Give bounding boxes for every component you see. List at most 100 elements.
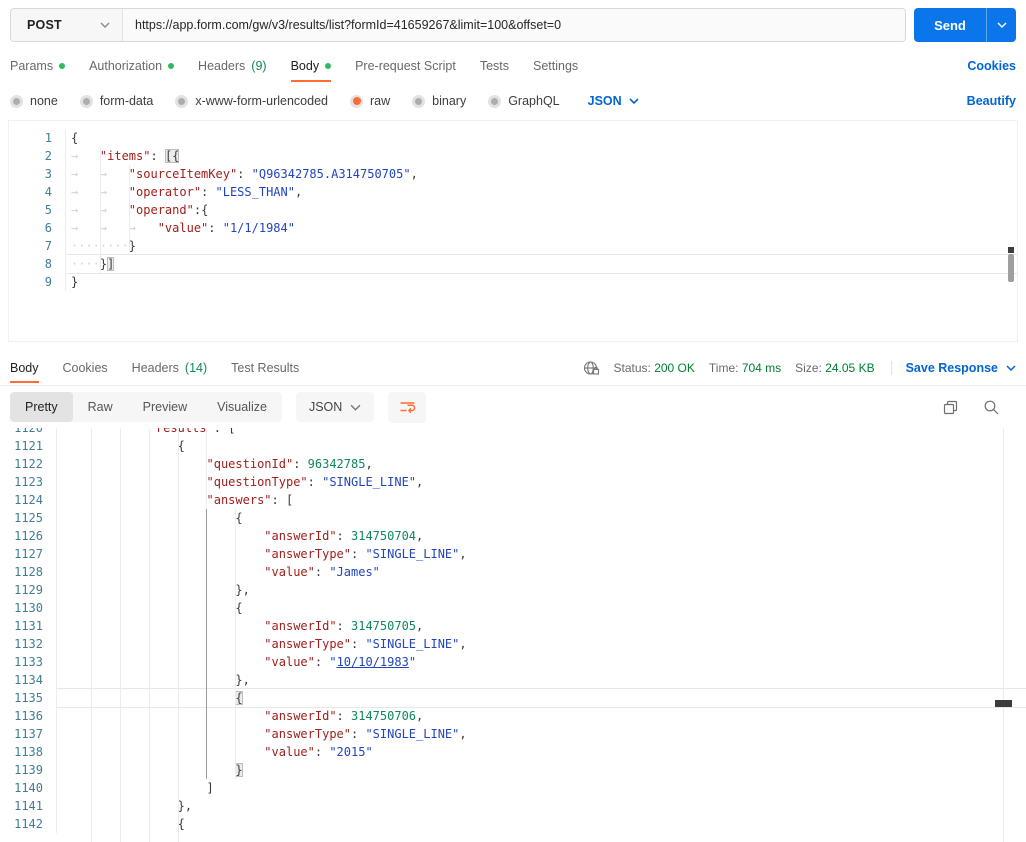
vertical-scrollbar-track[interactable] — [1003, 428, 1004, 842]
body-mode-binary[interactable]: binary — [412, 94, 466, 108]
line-number: 1120 — [0, 428, 57, 437]
code-line-1136: 1136 "answerId": 314750706, — [0, 707, 1026, 725]
code-line-8: 8 ····}] — [9, 255, 1017, 273]
chevron-down-icon — [350, 404, 361, 411]
body-mode-x-www-form-urlencoded[interactable]: x-www-form-urlencoded — [175, 94, 328, 108]
response-tab-test-results[interactable]: Test Results — [231, 350, 299, 385]
view-tab-visualize[interactable]: Visualize — [202, 392, 282, 422]
code-line-1: 1{ — [9, 129, 1017, 147]
response-header: Body Cookies Headers (14) Test Results Statu… — [0, 350, 1026, 386]
tab-label: Test Results — [231, 360, 300, 375]
url-input[interactable] — [123, 9, 905, 41]
line-number: 1135 — [0, 689, 57, 707]
chevron-down-icon — [629, 98, 639, 104]
line-number: 1 — [9, 129, 66, 147]
code-line-1133: 1133 "value": "10/10/1983" — [0, 653, 1026, 671]
code-line-1137: 1137 "answerType": "SINGLE_LINE", — [0, 725, 1026, 743]
response-tab-cookies[interactable]: Cookies — [63, 350, 108, 385]
response-language-dropdown[interactable]: JSON — [295, 392, 375, 422]
send-options-chevron-icon[interactable] — [986, 8, 1016, 42]
body-mode-row: none form-data x-www-form-urlencoded raw bin… — [0, 84, 1026, 118]
tab-pre-request-script[interactable]: Pre-request Script — [355, 48, 456, 84]
code-line-1121: 1121 { — [0, 437, 1026, 455]
tab-label: Tests — [479, 59, 509, 73]
tab-label: Headers — [198, 59, 246, 73]
green-dot-indicator — [325, 63, 332, 69]
line-number: 1131 — [0, 617, 57, 635]
code-line-1129: 1129 }, — [0, 581, 1026, 599]
request-body-editor[interactable]: 1{2 → "items": [{3 → → "sourceItemKey": "Q… — [8, 120, 1018, 342]
view-tab-raw[interactable]: Raw — [73, 392, 128, 422]
tab-params[interactable]: Params — [10, 48, 66, 84]
wrap-text-icon — [400, 402, 416, 414]
code-line-1139: 1139 } — [0, 761, 1026, 779]
tab-authorization[interactable]: Authorization — [89, 48, 175, 84]
body-mode-label: raw — [370, 94, 391, 108]
wrap-text-button[interactable] — [388, 391, 427, 423]
code-line-4: 4 → → "operator": "LESS_THAN", — [9, 183, 1017, 201]
response-tab-headers[interactable]: Headers (14) — [132, 350, 207, 385]
line-number: 1128 — [0, 563, 57, 581]
line-content: "results": [ — [148, 428, 236, 435]
line-number: 1123 — [0, 473, 57, 491]
view-tab-preview[interactable]: Preview — [128, 392, 202, 422]
search-icon[interactable] — [983, 399, 1000, 416]
code-line-1142: 1142 { — [0, 815, 1026, 833]
indent-guide — [128, 165, 130, 255]
radio-button-icon — [412, 94, 426, 108]
beautify-link[interactable]: Beautify — [967, 94, 1016, 108]
tab-label: Settings — [533, 59, 579, 73]
save-response-button[interactable]: Save Response — [890, 360, 1016, 375]
code-line-6: 6 → → → "value": "1/1/1984" — [9, 219, 1017, 237]
tab-tests[interactable]: Tests — [480, 48, 509, 84]
code-line-1122: 1122 "questionId": 96342785, — [0, 455, 1026, 473]
code-line-1131: 1131 "answerId": 314750705, — [0, 617, 1026, 635]
code-line-1126: 1126 "answerId": 314750704, — [0, 527, 1026, 545]
body-mode-label: binary — [432, 94, 467, 108]
response-tab-body[interactable]: Body — [10, 350, 39, 385]
body-mode-none[interactable]: none — [10, 94, 58, 108]
request-language-label: JSON — [587, 94, 622, 108]
view-tab-pretty[interactable]: Pretty — [10, 392, 73, 422]
line-content: { — [177, 439, 185, 453]
size-value: 24.05 KB — [825, 360, 875, 375]
line-number: 1142 — [0, 815, 57, 833]
tab-body[interactable]: Body — [290, 48, 332, 84]
line-content: "answers": [ — [206, 493, 294, 507]
copy-icon[interactable] — [942, 399, 959, 416]
line-content: "answerType": "SINGLE_LINE", — [264, 637, 467, 651]
send-button[interactable]: Send — [914, 8, 1016, 42]
line-number: 1141 — [0, 797, 57, 815]
code-line-1134: 1134 }, — [0, 671, 1026, 689]
tab-headers[interactable]: Headers (9) — [198, 48, 267, 84]
method-select[interactable]: POST — [11, 9, 123, 41]
body-mode-form-data[interactable]: form-data — [79, 94, 153, 108]
body-mode-raw[interactable]: raw — [350, 94, 390, 108]
line-content: → → "operand":{ — [71, 203, 209, 217]
scrollbar-position-mark[interactable] — [995, 700, 1012, 707]
body-mode-label: none — [30, 94, 58, 108]
line-content: "answerId": 314750706, — [264, 709, 424, 723]
line-number: 1126 — [0, 527, 57, 545]
line-content: }, — [235, 673, 250, 687]
cookies-link[interactable]: Cookies — [967, 59, 1016, 73]
line-number: 1132 — [0, 635, 57, 653]
indent-guide — [177, 428, 179, 842]
line-content: "answerId": 314750705, — [264, 619, 424, 633]
green-dot-indicator — [59, 63, 66, 69]
line-content: { — [57, 689, 1026, 707]
tab-settings[interactable]: Settings — [533, 48, 578, 84]
vertical-scrollbar-thumb[interactable] — [1008, 254, 1014, 282]
code-line-7: 7 ········} — [9, 237, 1017, 255]
line-content: "answerType": "SINGLE_LINE", — [264, 727, 467, 741]
network-icon[interactable] — [583, 360, 600, 376]
line-number: 1129 — [0, 581, 57, 599]
line-content: "value": "James" — [264, 565, 380, 579]
code-line-1132: 1132 "answerType": "SINGLE_LINE", — [0, 635, 1026, 653]
line-content: "answerType": "SINGLE_LINE", — [264, 547, 467, 561]
response-body-editor[interactable]: 1120 "results": [ 1121 {1122 "questionId"… — [0, 428, 1026, 842]
body-mode-graphql[interactable]: GraphQL — [488, 94, 560, 108]
chevron-down-icon — [100, 22, 110, 28]
request-url-bar: POST Send — [0, 0, 1026, 48]
request-language-dropdown[interactable]: JSON — [588, 94, 639, 108]
